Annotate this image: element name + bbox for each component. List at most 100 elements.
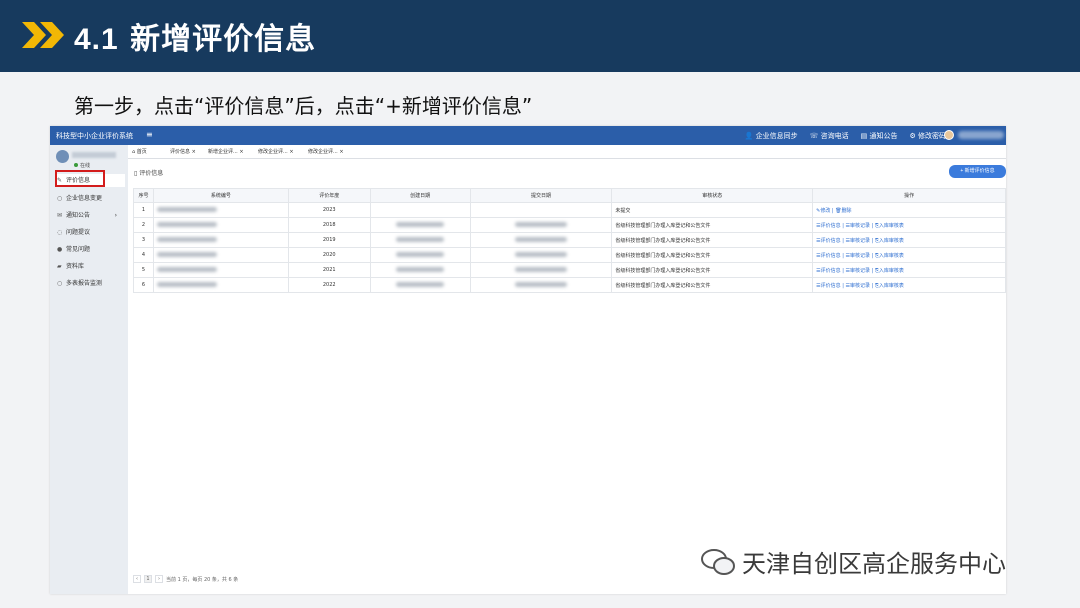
cell-system-id-blurred — [152, 262, 289, 278]
chat-icon: ◌ — [57, 229, 63, 236]
wechat-icon — [701, 548, 735, 575]
top-link-password[interactable]: ⚙ 修改密码 — [909, 131, 946, 141]
tab-bar: ⌂ 首页 评价信息 × 新增企业评... × 修改企业评... × 修改企业评.… — [128, 145, 1006, 159]
col-header: 系统编号 — [152, 188, 289, 203]
tab-label: 首页 — [136, 149, 147, 155]
sidebar-item-monitor[interactable]: ○ 多表报告监测 — [57, 277, 125, 290]
table-row: 1 2023 未提交 ✎修改 | 🗑删除 — [133, 202, 1006, 218]
cell-no: 4 — [133, 247, 154, 263]
cell-no: 6 — [133, 277, 154, 293]
cell-no: 1 — [133, 202, 154, 218]
cell-created-blurred — [369, 262, 471, 278]
tab-label: 修改企业评... × — [308, 149, 344, 155]
watermark-text: 天津自创区高企服务中心 — [742, 550, 1006, 578]
cell-system-id-blurred — [152, 202, 289, 218]
cell-year: 2020 — [287, 247, 371, 263]
cell-status: 省级科技管理部门办理入库登记和公告文件 — [611, 217, 814, 233]
sidebar-item-feedback[interactable]: ◌ 问题提议 — [57, 226, 125, 239]
tab-add-evaluation[interactable]: 新增企业评... × — [208, 145, 244, 159]
tab-edit-evaluation-1[interactable]: 修改企业评... × — [258, 145, 294, 159]
online-status: 在线 — [74, 162, 90, 169]
sidebar-item-label: 问题提议 — [66, 229, 91, 236]
cell-system-id-blurred — [152, 247, 289, 263]
sidebar-item-label: 资料库 — [66, 263, 85, 270]
top-link-password-label: 修改密码 — [918, 132, 946, 140]
pagination: ‹ 1 › 当前 1 页，每页 20 条，共 6 条 — [133, 575, 238, 583]
app-title: 科技型中小企业评价系统 — [56, 132, 133, 140]
cell-created-blurred — [369, 232, 471, 248]
sidebar-item-label: 通知公告 — [66, 212, 91, 219]
page-number-button[interactable]: 1 — [144, 575, 152, 583]
top-link-sync-label: 企业信息同步 — [755, 132, 798, 140]
slide-title: 4.1 新增评价信息 — [74, 14, 316, 58]
cell-operations[interactable]: ☰评价信息 | ☰审核记录 | ⎘入库审核表 — [812, 232, 1006, 248]
top-link-notice[interactable]: ▤ 通知公告 — [861, 131, 898, 141]
cell-operations[interactable]: ✎修改 | 🗑删除 — [812, 202, 1006, 218]
sidebar-item-company-change[interactable]: ○ 企业信息变更 — [57, 192, 125, 205]
sidebar-item-faq[interactable]: ● 常见问题 — [57, 243, 125, 256]
page-title-text: 评价信息 — [139, 170, 164, 177]
circle-icon: ○ — [57, 280, 63, 287]
table-row: 4 2020 省级科技管理部门办理入库登记和公告文件 ☰评价信息 | ☰审核记录… — [133, 247, 1006, 263]
sidebar-item-notice[interactable]: ✉ 通知公告 › — [57, 209, 125, 222]
table-header-row: 序号 系统编号 评价年度 创建日期 提交日期 审核状态 操作 — [133, 188, 1006, 203]
cell-submitted-blurred — [469, 262, 613, 278]
col-header: 序号 — [133, 188, 154, 203]
step-instruction: 第一步，点击“评价信息”后，点击“+新增评价信息” — [74, 94, 533, 118]
folder-icon: ▰ — [57, 263, 62, 270]
cell-submitted-blurred — [469, 247, 613, 263]
next-page-button[interactable]: › — [155, 575, 163, 583]
cell-system-id-blurred — [152, 277, 289, 293]
evaluation-table: 序号 系统编号 评价年度 创建日期 提交日期 审核状态 操作 1 2023 未提… — [133, 188, 1006, 293]
cell-submitted-blurred — [469, 232, 613, 248]
top-link-phone[interactable]: ☏ 咨询电话 — [810, 131, 849, 141]
tab-evaluation[interactable]: 评价信息 × — [170, 145, 196, 159]
sidebar-item-label: 企业信息变更 — [66, 195, 103, 202]
cell-created-blurred — [369, 202, 471, 218]
table-row: 2 2018 省级科技管理部门办理入库登记和公告文件 ☰评价信息 | ☰审核记录… — [133, 217, 1006, 233]
top-link-sync[interactable]: 👤 企业信息同步 — [745, 131, 798, 141]
cell-status: 省级科技管理部门办理入库登记和公告文件 — [611, 262, 814, 278]
top-link-phone-label: 咨询电话 — [820, 132, 849, 140]
cell-operations[interactable]: ☰评价信息 | ☰审核记录 | ⎘入库审核表 — [812, 247, 1006, 263]
user-avatar[interactable] — [944, 130, 954, 140]
double-chevron-icon — [22, 22, 64, 48]
sidebar-item-library[interactable]: ▰ 资料库 — [57, 260, 125, 273]
slide-title-number: 4.1 — [74, 23, 119, 56]
col-header: 评价年度 — [287, 188, 371, 203]
hamburger-icon[interactable]: ≡ — [146, 130, 153, 139]
top-navbar: 科技型中小企业评价系统 ≡ 👤 企业信息同步 ☏ 咨询电话 ▤ 通知公告 ⚙ 修… — [50, 126, 1006, 145]
cell-no: 3 — [133, 232, 154, 248]
cell-operations[interactable]: ☰评价信息 | ☰审核记录 | ⎘入库审核表 — [812, 217, 1006, 233]
tab-edit-evaluation-2[interactable]: 修改企业评... × — [308, 145, 344, 159]
slide-title-text: 新增评价信息 — [130, 22, 317, 57]
cell-year: 2021 — [287, 262, 371, 278]
slide-header: 4.1 新增评价信息 — [0, 0, 1080, 72]
tab-home[interactable]: ⌂ 首页 — [132, 145, 147, 159]
cell-status: 省级科技管理部门办理入库登记和公告文件 — [611, 232, 814, 248]
cell-operations[interactable]: ☰评价信息 | ☰审核记录 | ⎘入库审核表 — [812, 277, 1006, 293]
sidebar-item-label: 多表报告监测 — [66, 280, 103, 287]
pagination-summary: 当前 1 页，每页 20 条，共 6 条 — [166, 576, 239, 583]
col-header: 操作 — [812, 188, 1006, 203]
cell-operations[interactable]: ☰评价信息 | ☰审核记录 | ⎘入库审核表 — [812, 262, 1006, 278]
user-name-blurred[interactable] — [958, 131, 1004, 139]
chevron-right-icon: › — [114, 212, 117, 219]
col-header: 创建日期 — [369, 188, 471, 203]
cell-no: 5 — [133, 262, 154, 278]
tab-label: 修改企业评... × — [258, 149, 294, 155]
cell-created-blurred — [369, 277, 471, 293]
cell-submitted-blurred — [469, 217, 613, 233]
table-row: 6 2022 省级科技管理部门办理入库登记和公告文件 ☰评价信息 | ☰审核记录… — [133, 277, 1006, 293]
question-icon: ● — [57, 246, 63, 253]
add-evaluation-button[interactable]: + 新增评价信息 — [949, 165, 1006, 178]
cell-year: 2018 — [287, 217, 371, 233]
top-links: 👤 企业信息同步 ☏ 咨询电话 ▤ 通知公告 ⚙ 修改密码 — [745, 131, 946, 141]
prev-page-button[interactable]: ‹ — [133, 575, 141, 583]
cell-submitted-blurred — [469, 277, 613, 293]
tab-label: 评价信息 × — [170, 149, 196, 155]
main-content: ▯ 评价信息 + 新增评价信息 序号 系统编号 评价年度 创建日期 提交日期 审… — [128, 159, 1006, 594]
sidebar-user-name-blurred — [72, 152, 116, 158]
cell-year: 2019 — [287, 232, 371, 248]
col-header: 提交日期 — [469, 188, 613, 203]
